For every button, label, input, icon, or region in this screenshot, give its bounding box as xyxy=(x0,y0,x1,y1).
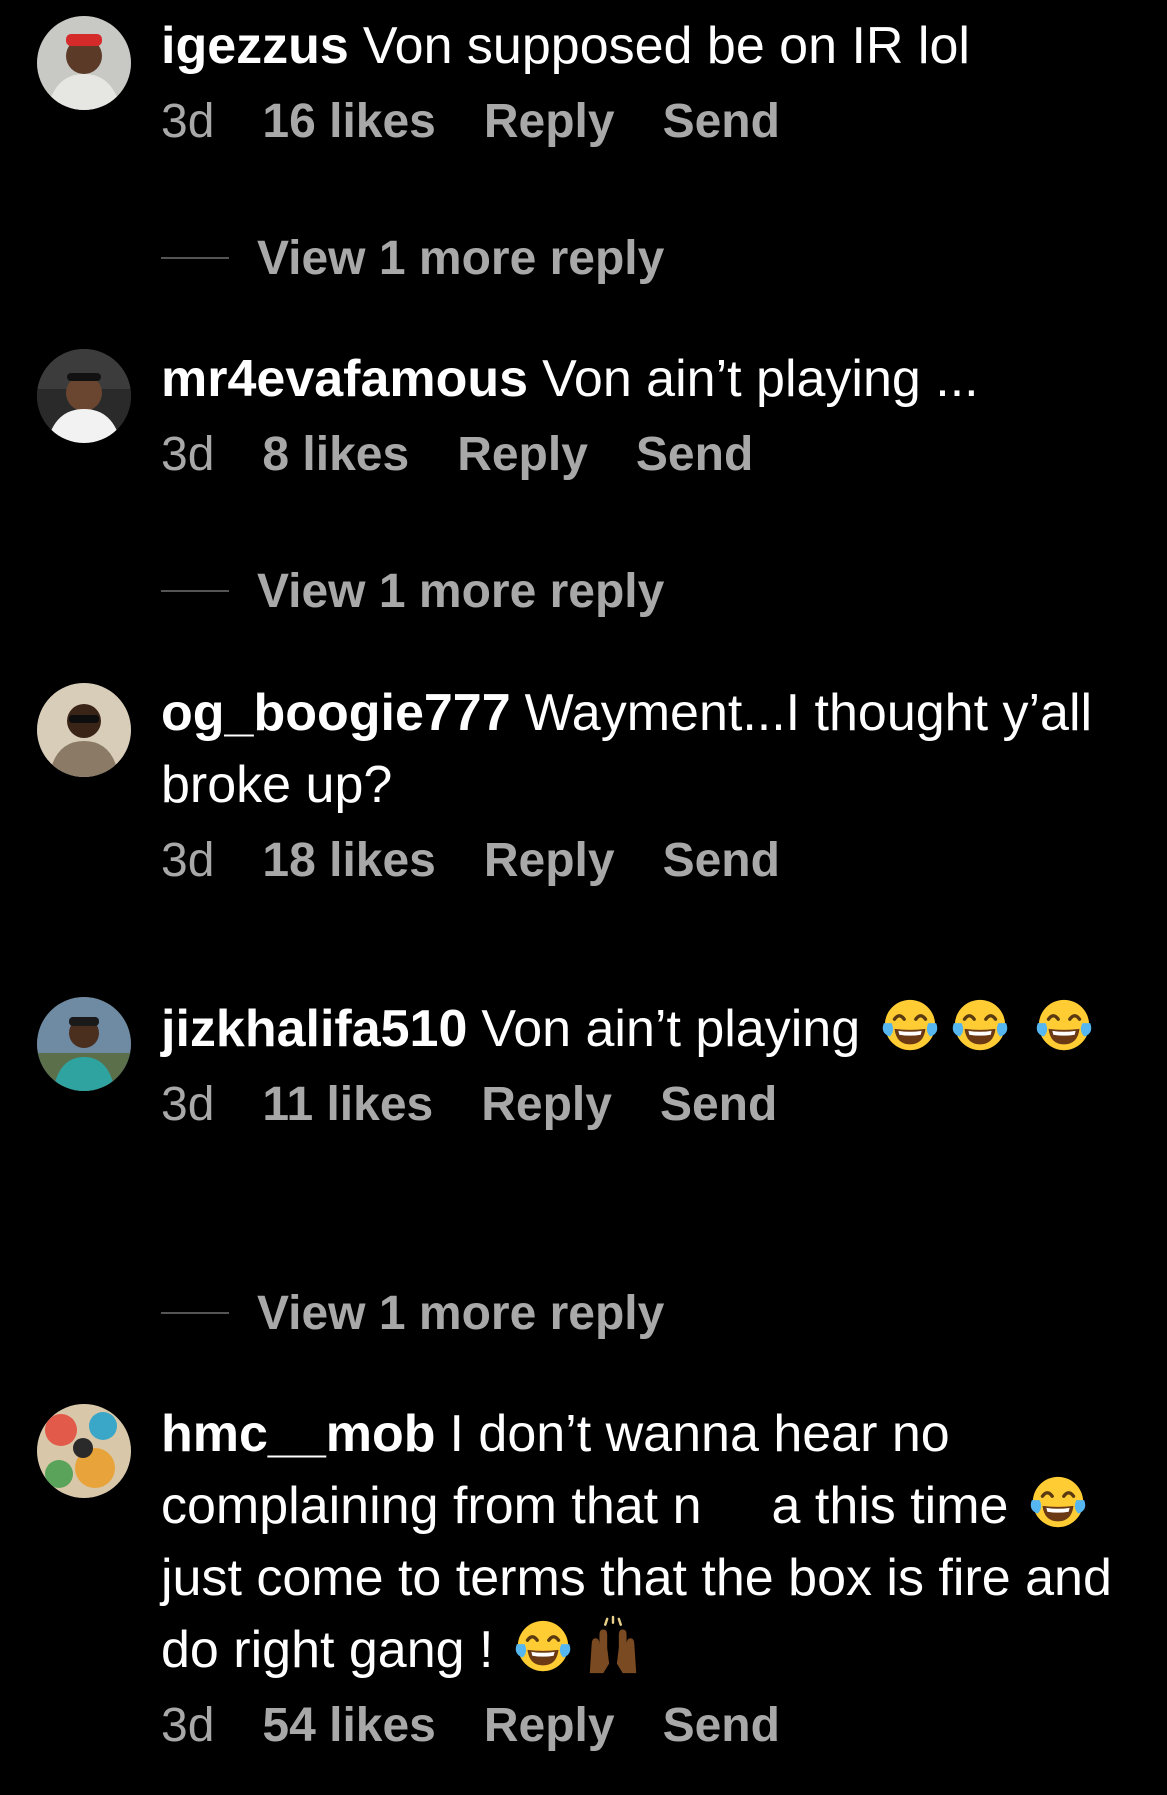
comment-username[interactable]: og_boogie777 xyxy=(161,684,511,742)
avatar[interactable] xyxy=(37,16,131,110)
reply-divider xyxy=(161,1312,229,1314)
comment-body: Von ain’t playing xyxy=(481,1000,861,1058)
view-replies-label: View 1 more reply xyxy=(257,564,665,618)
comment-time: 3d xyxy=(161,95,215,148)
avatar[interactable] xyxy=(37,683,131,777)
comment-body: Von supposed be on IR lol xyxy=(362,17,970,75)
comment-username[interactable]: jizkhalifa510 xyxy=(161,1000,467,1058)
avatar-photo-icon xyxy=(37,349,131,443)
send-button[interactable]: Send xyxy=(663,1696,780,1756)
comment-likes[interactable]: 54 likes xyxy=(262,1696,435,1756)
comments-feed: igezzus Von supposed be on IR lol 3d 16 li… xyxy=(0,0,1167,1795)
reply-button[interactable]: Reply xyxy=(484,92,615,152)
reply-button[interactable]: Reply xyxy=(481,1075,612,1135)
raising-hands-emoji xyxy=(582,1615,644,1677)
avatar-photo-icon xyxy=(37,997,131,1091)
reply-button[interactable]: Reply xyxy=(484,1696,615,1756)
comment-text: jizkhalifa510 Von ain’t playing xyxy=(161,993,1121,1065)
avatar-photo-icon xyxy=(37,16,131,110)
tears-of-joy-emoji xyxy=(949,994,1011,1056)
send-button[interactable]: Send xyxy=(660,1075,777,1135)
avatar[interactable] xyxy=(37,349,131,443)
send-button[interactable]: Send xyxy=(663,831,780,891)
view-replies-label: View 1 more reply xyxy=(257,1286,665,1340)
comment-time: 3d xyxy=(161,1699,215,1752)
view-more-replies-button[interactable]: View 1 more reply xyxy=(161,561,664,621)
comment-meta: 3d 54 likes Reply Send xyxy=(161,1696,1121,1756)
avatar-photo-icon xyxy=(37,1404,131,1498)
avatar-photo-icon xyxy=(37,683,131,777)
tears-of-joy-emoji xyxy=(1033,994,1095,1056)
comment-text: igezzus Von supposed be on IR lol xyxy=(161,10,1121,82)
comment-likes[interactable]: 11 likes xyxy=(262,1075,433,1135)
comment-username[interactable]: igezzus xyxy=(161,17,349,75)
comment-text: hmc__mob I don’t wanna hear no complainin… xyxy=(161,1398,1121,1686)
comment-likes[interactable]: 8 likes xyxy=(262,425,409,485)
view-more-replies-button[interactable]: View 1 more reply xyxy=(161,1283,664,1343)
view-replies-label: View 1 more reply xyxy=(257,231,665,285)
comment-likes[interactable]: 18 likes xyxy=(262,831,435,891)
tears-of-joy-emoji xyxy=(512,1615,574,1677)
reply-button[interactable]: Reply xyxy=(457,425,588,485)
send-button[interactable]: Send xyxy=(636,425,753,485)
avatar[interactable] xyxy=(37,997,131,1091)
comment-meta: 3d 18 likes Reply Send xyxy=(161,831,1121,891)
avatar[interactable] xyxy=(37,1404,131,1498)
comment-likes[interactable]: 16 likes xyxy=(262,92,435,152)
reply-divider xyxy=(161,257,229,259)
comment-time: 3d xyxy=(161,1078,215,1131)
comment-username[interactable]: hmc__mob xyxy=(161,1405,436,1463)
comment-body-part-2: a this time xyxy=(771,1477,1009,1535)
tears-of-joy-emoji xyxy=(1027,1471,1089,1533)
comment-meta: 3d 8 likes Reply Send xyxy=(161,425,1121,485)
view-more-replies-button[interactable]: View 1 more reply xyxy=(161,228,664,288)
comment-text: og_boogie777 Wayment...I thought y’all br… xyxy=(161,677,1121,821)
comment-username[interactable]: mr4evafamous xyxy=(161,350,528,408)
comment-meta: 3d 16 likes Reply Send xyxy=(161,92,1121,152)
comment-time: 3d xyxy=(161,428,215,481)
reply-button[interactable]: Reply xyxy=(484,831,615,891)
comment-body: Von ain’t playing ... xyxy=(542,350,979,408)
send-button[interactable]: Send xyxy=(663,92,780,152)
tears-of-joy-emoji xyxy=(879,994,941,1056)
comment-time: 3d xyxy=(161,834,215,887)
reply-divider xyxy=(161,590,229,592)
comment-text: mr4evafamous Von ain’t playing ... xyxy=(161,343,1121,415)
comment-meta: 3d 11 likes Reply Send xyxy=(161,1075,1121,1135)
